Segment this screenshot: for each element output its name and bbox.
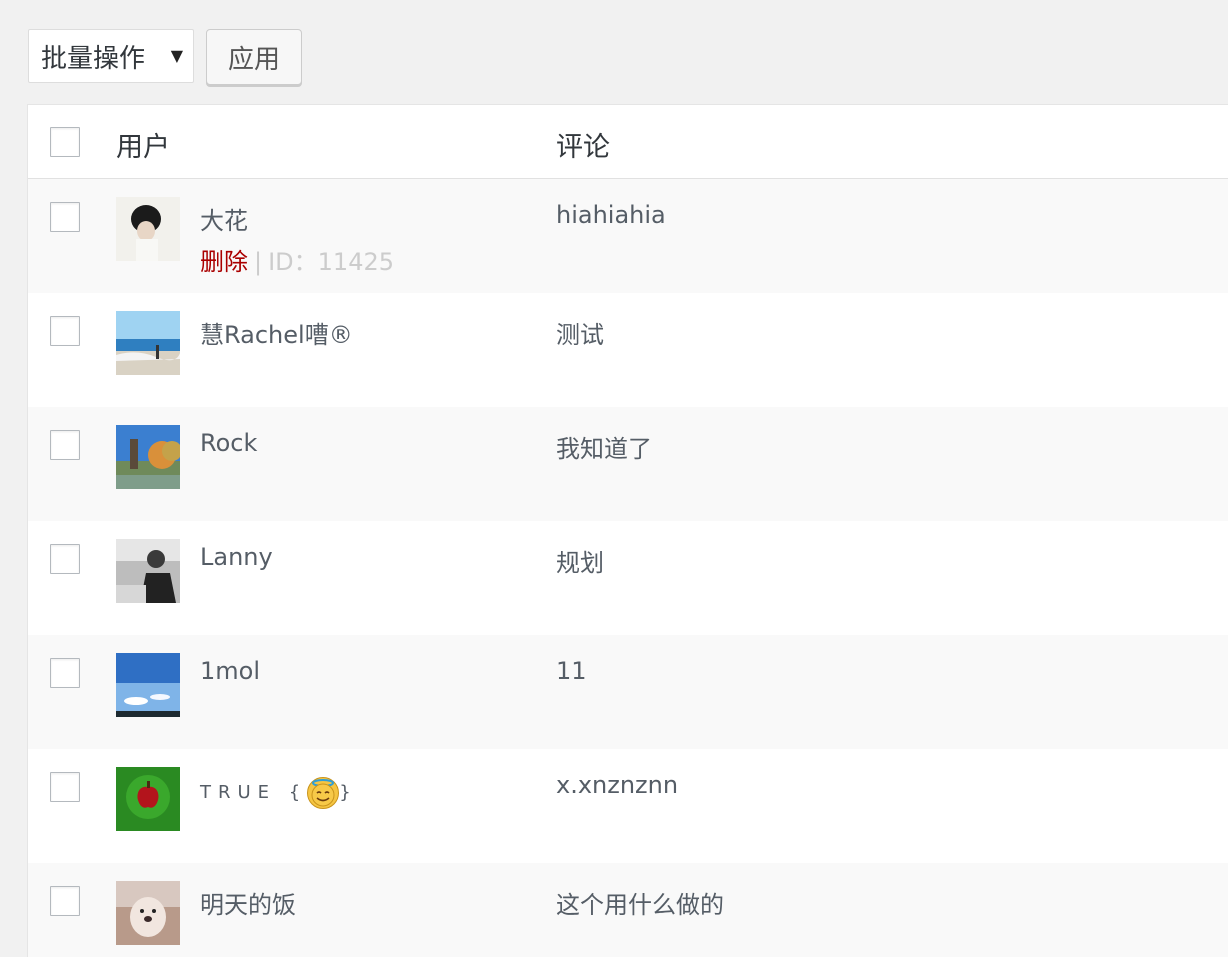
table-row: Rock 我知道了 — [28, 407, 1228, 521]
comment-text: 我知道了 — [556, 435, 652, 463]
row-checkbox[interactable] — [50, 316, 80, 346]
table-row: 明天的饭 这个用什么做的 — [28, 863, 1228, 957]
avatar-image — [116, 539, 180, 603]
user-name-brace-close: } — [339, 782, 358, 803]
row-checkbox[interactable] — [50, 772, 80, 802]
bulk-action-select[interactable]: 批量操作 ▼ — [28, 29, 194, 83]
bulk-actions-toolbar: 批量操作 ▼ 应用 — [28, 29, 302, 85]
user-name[interactable]: 大花 — [200, 201, 248, 236]
avatar-image — [116, 197, 180, 261]
avatar-image — [116, 311, 180, 375]
avatar-image — [116, 653, 180, 717]
user-name[interactable]: Lanny — [200, 543, 273, 571]
select-all-checkbox[interactable] — [50, 127, 80, 157]
avatar — [116, 881, 180, 945]
avatar — [116, 197, 180, 261]
column-header-comment[interactable]: 评论 — [556, 125, 610, 164]
avatar-image — [116, 881, 180, 945]
avatar — [116, 653, 180, 717]
comment-text: x.xnznznn — [556, 771, 679, 799]
row-checkbox[interactable] — [50, 202, 80, 232]
comment-text: hiahiahia — [556, 201, 666, 229]
avatar — [116, 425, 180, 489]
user-name[interactable]: TRUE { } — [200, 777, 358, 809]
comment-text: 测试 — [556, 321, 604, 349]
table-row: 大花 删除 | ID：11425 hiahiahia — [28, 179, 1228, 293]
user-name[interactable]: 慧Rachel嘈® — [200, 315, 353, 350]
table-row: Lanny 规划 — [28, 521, 1228, 635]
avatar-image — [116, 425, 180, 489]
comment-text: 规划 — [556, 549, 604, 577]
avatar — [116, 311, 180, 375]
row-checkbox[interactable] — [50, 886, 80, 916]
user-name-text: TRUE — [200, 782, 277, 803]
avatar-image — [116, 767, 180, 831]
user-name[interactable]: Rock — [200, 429, 257, 457]
comment-text: 11 — [556, 657, 587, 685]
user-name-brace-open: { — [288, 782, 308, 803]
apply-button[interactable]: 应用 — [206, 29, 302, 85]
avatar — [116, 539, 180, 603]
halo-smile-emoji-icon — [307, 777, 340, 809]
user-name[interactable]: 明天的饭 — [200, 885, 296, 920]
action-separator: | — [254, 248, 263, 276]
row-checkbox[interactable] — [50, 658, 80, 688]
user-id: ID：11425 — [268, 248, 394, 276]
comments-table: 用户 评论 大花 删除 | ID：11425 hiahiahia 慧Rachel… — [27, 104, 1228, 957]
user-name[interactable]: 1mol — [200, 657, 260, 685]
column-header-user[interactable]: 用户 — [116, 125, 170, 164]
table-row: 慧Rachel嘈® 测试 — [28, 293, 1228, 407]
row-checkbox[interactable] — [50, 544, 80, 574]
table-row: 1mol 11 — [28, 635, 1228, 749]
table-row: TRUE { } x.xnznznn — [28, 749, 1228, 863]
row-checkbox[interactable] — [50, 430, 80, 460]
table-header: 用户 评论 — [28, 105, 1228, 179]
row-actions: 删除 | ID：11425 — [200, 242, 394, 277]
dropdown-arrow-icon: ▼ — [170, 46, 183, 65]
avatar — [116, 767, 180, 831]
delete-link[interactable]: 删除 — [200, 248, 248, 276]
bulk-action-selected-value: 批量操作 — [41, 43, 146, 74]
comment-text: 这个用什么做的 — [556, 891, 724, 919]
